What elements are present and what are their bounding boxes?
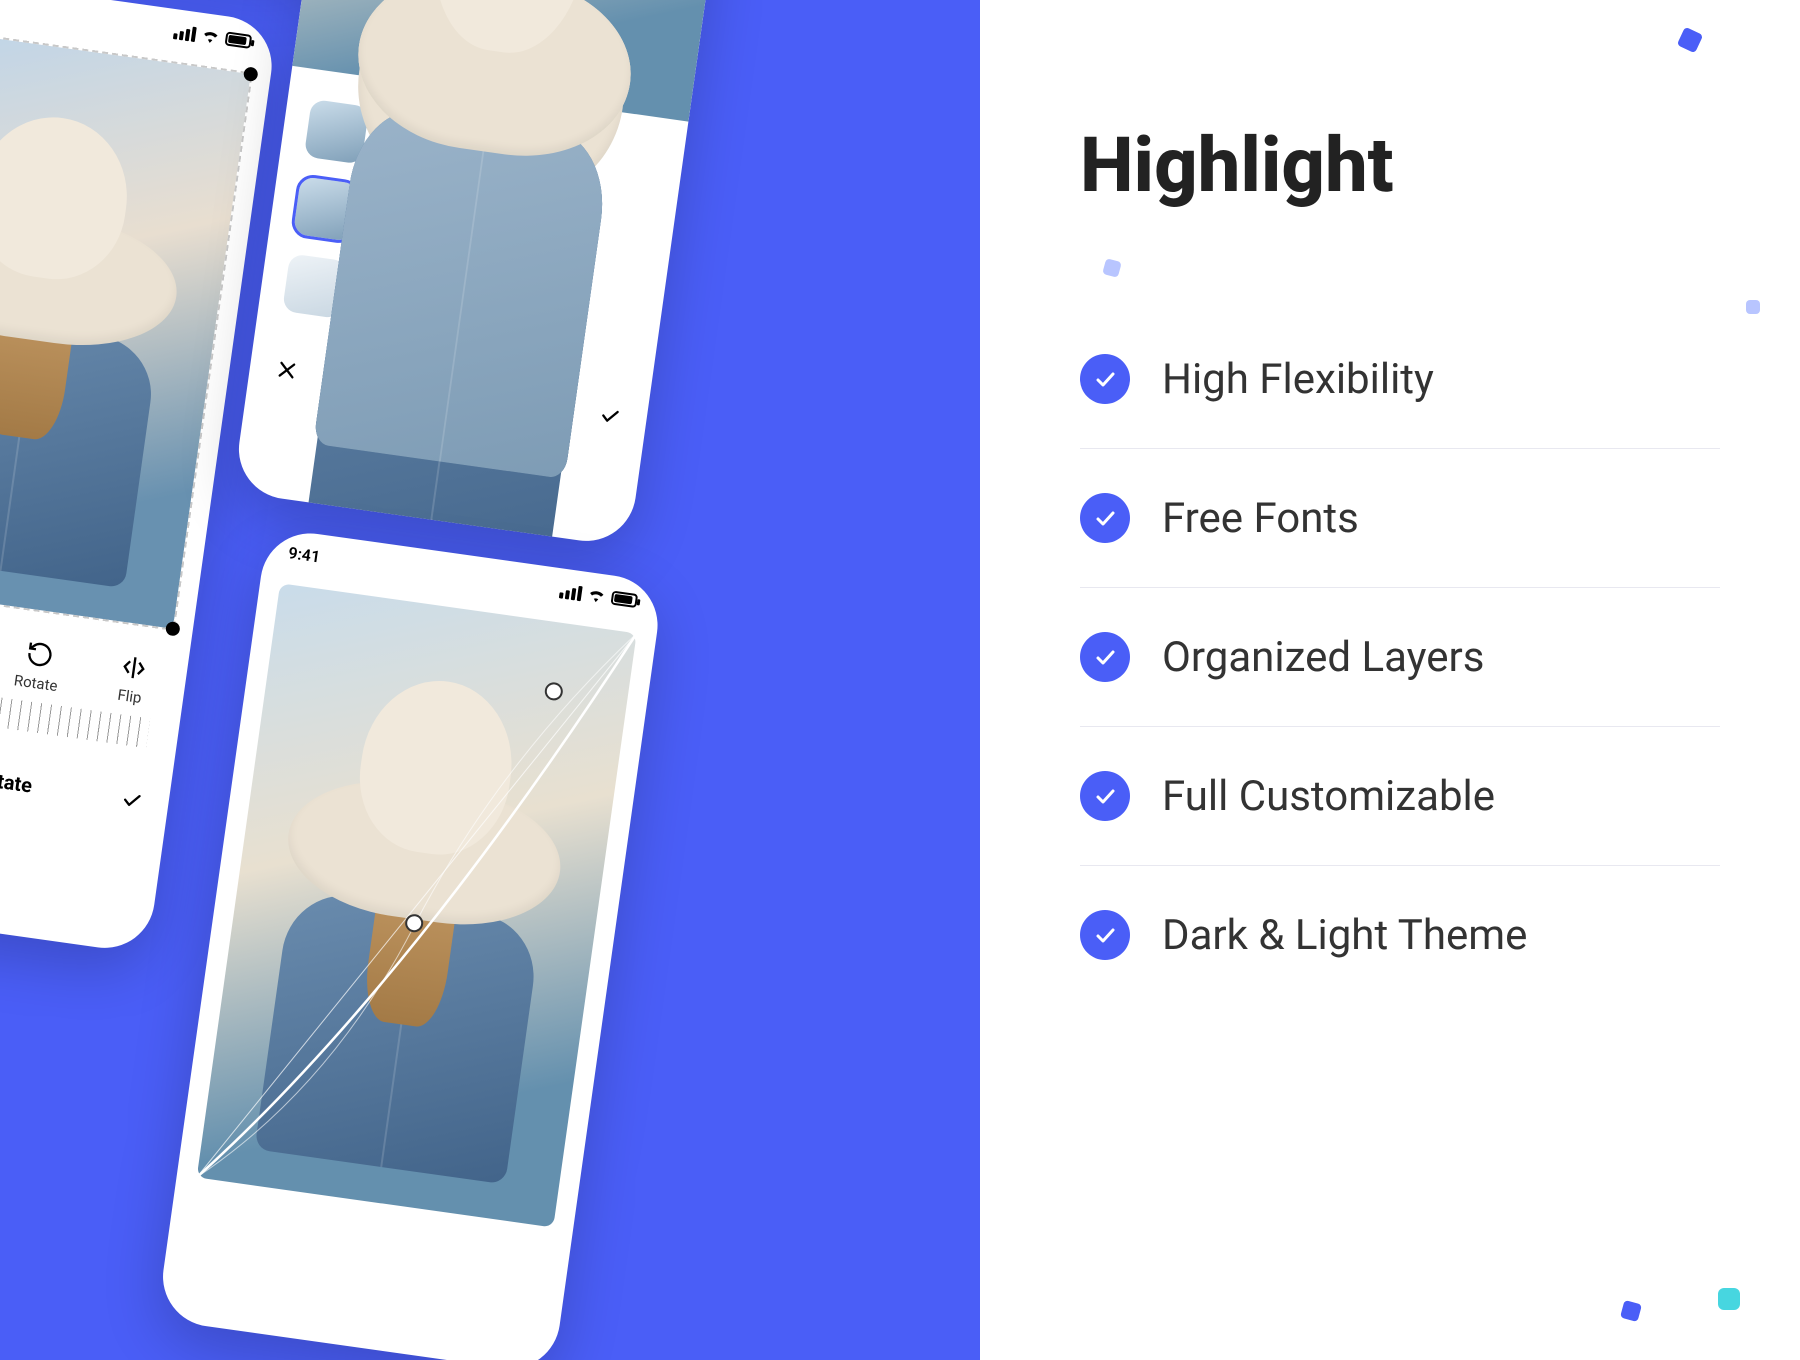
- crop-image-area[interactable]: [0, 24, 251, 629]
- decorative-dot: [1746, 300, 1760, 314]
- highlight-panel: Highlight High Flexibility Free Fonts Or…: [980, 0, 1800, 1360]
- photo-illustration: [0, 62, 210, 546]
- check-icon: [1080, 771, 1130, 821]
- status-time: 9:41: [287, 543, 321, 566]
- feature-item-flexibility: High Flexibility: [1080, 310, 1720, 449]
- decorative-dot: [1718, 1288, 1740, 1310]
- feature-item-theme: Dark & Light Theme: [1080, 866, 1720, 1004]
- check-icon: [1080, 632, 1130, 682]
- curves-image-area[interactable]: [197, 583, 637, 1227]
- battery-icon: [225, 31, 253, 48]
- wifi-icon: [201, 28, 221, 44]
- check-icon: [1080, 354, 1130, 404]
- feature-item-customizable: Full Customizable: [1080, 727, 1720, 866]
- crop-handle[interactable]: [243, 66, 259, 82]
- feature-label: Organized Layers: [1162, 633, 1484, 682]
- wifi-icon: [587, 587, 607, 603]
- screen-title: Crop & Rotate: [0, 756, 34, 797]
- phone-mockup-curves: 9:41: [157, 527, 664, 1360]
- phone-mockup-filters: Natural High Contrast Bright Creat: [232, 0, 749, 547]
- check-icon: [1080, 493, 1130, 543]
- rotate-icon: [24, 639, 56, 671]
- filter-list: Natural High Contrast Bright: [254, 66, 688, 393]
- feature-label: Free Fonts: [1162, 494, 1359, 543]
- signal-icon: [559, 583, 583, 601]
- check-icon: [1080, 910, 1130, 960]
- rotate-tool-button[interactable]: Rotate: [13, 638, 64, 696]
- battery-icon: [610, 591, 638, 608]
- mockups-panel: OVER 1202X630 AD 1200X628 9:41: [0, 0, 980, 1360]
- feature-label: Dark & Light Theme: [1162, 911, 1527, 960]
- confirm-icon[interactable]: [119, 787, 144, 812]
- flip-tool-button[interactable]: Flip: [114, 652, 149, 707]
- curve-overlay: [197, 583, 637, 1227]
- feature-label: High Flexibility: [1162, 355, 1434, 404]
- feature-label: Full Customizable: [1162, 772, 1495, 821]
- filter-item-bright[interactable]: Bright: [281, 244, 640, 370]
- feature-item-fonts: Free Fonts: [1080, 449, 1720, 588]
- feature-item-layers: Organized Layers: [1080, 588, 1720, 727]
- filter-thumbnail: [282, 253, 348, 319]
- decorative-dot: [1677, 27, 1704, 54]
- confirm-icon[interactable]: [597, 403, 622, 428]
- close-icon[interactable]: [274, 358, 299, 383]
- flip-icon: [118, 652, 150, 684]
- signal-icon: [173, 24, 197, 42]
- decorative-dot: [1620, 1300, 1642, 1322]
- feature-list: High Flexibility Free Fonts Organized La…: [1080, 310, 1720, 1004]
- crop-handle[interactable]: [165, 621, 181, 637]
- highlight-heading: Highlight: [1080, 120, 1720, 210]
- decorative-dot: [1102, 258, 1122, 278]
